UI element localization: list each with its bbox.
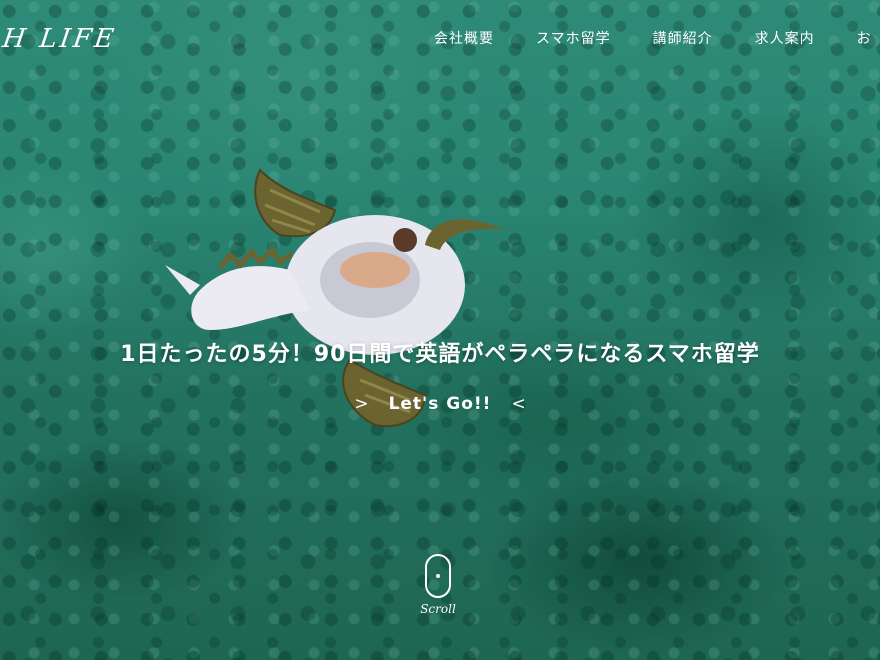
nav-item-company[interactable]: 会社概要 bbox=[434, 28, 494, 48]
scroll-indicator[interactable]: Scroll bbox=[420, 554, 456, 616]
hero-headline: 1日たったの5分！90日間で英語がペラペラになるスマホ留学 bbox=[120, 342, 760, 367]
nav-item-smartphone-study[interactable]: スマホ留学 bbox=[536, 28, 611, 48]
nav-item-contact[interactable]: お bbox=[857, 28, 872, 48]
chevron-right-icon: > bbox=[354, 394, 369, 414]
scroll-label: Scroll bbox=[420, 602, 456, 616]
nav-item-instructors[interactable]: 講師紹介 bbox=[653, 28, 713, 48]
chevron-left-icon: < bbox=[511, 394, 526, 414]
mouse-icon bbox=[425, 554, 451, 598]
site-logo[interactable]: SH LIFE bbox=[0, 24, 118, 54]
nav-item-recruit[interactable]: 求人案内 bbox=[755, 28, 815, 48]
lets-go-button[interactable]: > Let's Go!! < bbox=[0, 394, 880, 414]
lets-go-label: Let's Go!! bbox=[388, 394, 492, 414]
main-nav: 会社概要 スマホ留学 講師紹介 求人案内 お bbox=[434, 28, 880, 48]
hero-section: SH LIFE 会社概要 スマホ留学 講師紹介 求人案内 お 1日たったの5分！… bbox=[0, 0, 880, 660]
